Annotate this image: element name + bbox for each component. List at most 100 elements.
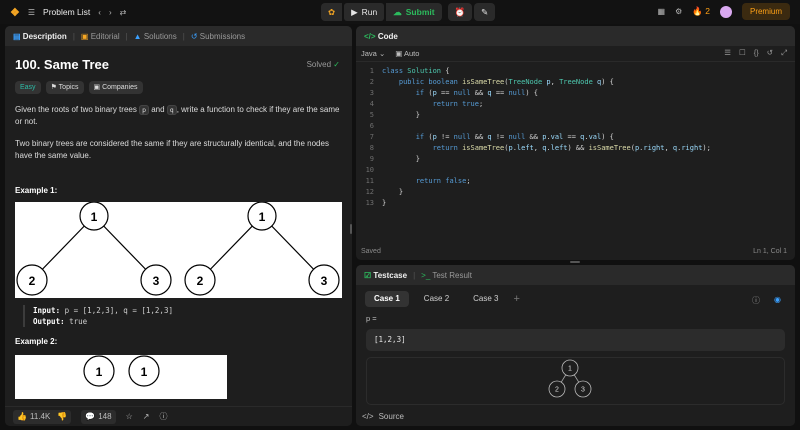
document-icon: ▤ [13,31,21,41]
tab-test-result[interactable]: >_ Test Result [421,271,472,280]
eye-icon[interactable]: ◉ [774,295,781,306]
bookmark-icon[interactable]: ☐ [739,48,746,58]
case-tab-1[interactable]: Case 1 [365,291,409,307]
testcase-panel: ☑ Testcase | >_ Test Result Case 1 Case … [356,265,795,426]
code-header: </> Code [356,26,795,46]
example-1-title: Example 1: [15,186,58,195]
line-number: 13 [365,199,374,207]
timer-button[interactable]: ⏰ [447,3,473,21]
autocomplete-toggle[interactable]: ▣ Auto [395,49,419,58]
problem-list-link[interactable]: Problem List [43,7,90,17]
thumbs-up-icon: 👍 [17,412,27,421]
tab-solutions[interactable]: ▲ Solutions [134,32,177,41]
tree4-root-label: 1 [141,365,148,379]
share-icon[interactable]: ↗ [143,412,150,421]
tree1-left-label: 2 [29,274,36,288]
line-number: 7 [369,133,374,141]
line-number: 11 [365,177,374,185]
premium-button[interactable]: Premium [741,3,790,20]
tree-visualizer: 1 2 3 [366,357,785,405]
line-number: 1 [369,67,374,75]
description-paragraph-1: Given the roots of two binary trees p an… [15,105,340,126]
topics-tag[interactable]: ⚑ Topics [45,81,84,94]
tab-description[interactable]: ▤ Description [13,32,67,41]
testcase-header: ☑ Testcase | >_ Test Result [356,265,795,285]
tab-submissions[interactable]: ↺ Submissions [191,32,245,41]
line-number: 12 [365,188,374,196]
like-button[interactable]: 👍 11.4K 👎 [13,409,72,424]
leetcode-logo-icon[interactable]: ❖ [10,6,20,19]
run-button[interactable]: ▶ Run [344,3,385,21]
format-icon[interactable]: ☰ [724,48,731,58]
line-number: 4 [369,100,374,108]
shuffle-icon[interactable]: ⇄ [120,8,127,17]
tag-icon: ⚑ [50,84,57,91]
help-icon[interactable]: ⓘ [752,295,760,306]
code-icon: </> [364,31,376,41]
thumbs-down-icon[interactable]: 👎 [57,412,67,421]
source-toggle[interactable]: </> Source [356,406,795,426]
debug-button[interactable]: ✿ [321,3,343,21]
problem-title: 100. Same Tree [15,57,109,72]
tree2-right-label: 3 [321,274,328,288]
chevron-down-icon: ⌄ [378,49,386,58]
gear-icon[interactable]: ⚙ [675,7,682,16]
case-tab-3[interactable]: Case 3 [464,291,507,307]
chevron-left-icon[interactable]: ‹ [98,8,101,17]
param-label: p = [366,314,377,323]
case-tabs: Case 1 Case 2 Case 3 + [356,285,795,313]
add-case-icon[interactable]: + [514,293,520,305]
avatar[interactable] [719,5,732,18]
tab-editorial[interactable]: ▣ Editorial [81,32,120,41]
star-icon[interactable]: ☆ [126,412,133,421]
companies-tag[interactable]: ▣ Companies [88,81,143,94]
example-1-io: Input: p = [1,2,3], q = [1,2,3] Output: … [23,305,342,327]
code-editor[interactable]: 1 2 3 4 5 6 7 8 9 10 11 12 13 class Solution { publi… [356,62,795,209]
problem-tags: Easy ⚑ Topics ▣ Companies [15,81,342,94]
play-icon: ▶ [351,6,358,17]
line-number: 8 [369,144,374,152]
lock-icon: ▣ [395,49,403,58]
param-input[interactable]: [1,2,3] [366,329,785,351]
tree2-root-label: 1 [259,210,266,224]
help-icon[interactable]: ⓘ [159,411,167,422]
example-1-image: 1 2 3 1 2 3 [15,201,342,298]
example-2-title: Example 2: [15,337,58,346]
notes-button[interactable]: ✎ [474,3,496,21]
flask-icon: ▲ [133,31,142,41]
line-number: 2 [369,78,374,86]
book-icon: ▣ [80,31,89,41]
case-tab-2[interactable]: Case 2 [415,291,458,307]
comments-button[interactable]: 💬 148 [81,409,116,424]
code-status-bar: Saved Ln 1, Col 1 [361,248,787,255]
tab-code[interactable]: </> Code [364,32,398,41]
line-numbers: 1 2 3 4 5 6 7 8 9 10 11 12 13 [356,66,382,209]
line-number: 6 [369,122,374,130]
tab-testcase[interactable]: ☑ Testcase [364,271,407,280]
submit-button[interactable]: ☁ Submit [386,3,442,21]
note-icon: ✎ [481,6,489,17]
horizontal-resize-handle[interactable] [570,261,580,263]
braces-icon[interactable]: {} [754,48,759,58]
description-tabs: ▤ Description | ▣ Editorial | ▲ Solution… [5,26,352,46]
streak-counter[interactable]: 🔥 2 [692,6,710,17]
description-paragraph-2: Two binary trees are considered the same… [15,139,329,160]
vertical-resize-handle[interactable] [350,224,352,234]
tree2-left-label: 2 [197,274,204,288]
vis-root-label: 1 [568,366,572,373]
line-number: 5 [369,111,374,119]
cloud-upload-icon: ☁ [393,6,402,17]
fire-icon: 🔥 [692,6,703,16]
language-select[interactable]: Java ⌄ [361,49,385,58]
tree3-root-label: 1 [96,365,103,379]
cursor-position: Ln 1, Col 1 [753,248,787,255]
list-icon[interactable]: ☰ [28,8,35,17]
top-bar: ❖ ☰ Problem List ‹ › ⇄ ✿ ▶ Run ☁ Submit ⏰ … [0,0,800,24]
reset-icon[interactable]: ↺ [767,48,773,58]
check-circle-icon: ✓ [333,60,340,69]
expand-icon[interactable]: ⤢ [781,48,787,58]
line-number: 9 [369,155,374,163]
chevron-right-icon[interactable]: › [109,8,112,17]
lock-icon: ▣ [93,84,101,91]
layout-icon[interactable]: ▦ [658,7,666,16]
